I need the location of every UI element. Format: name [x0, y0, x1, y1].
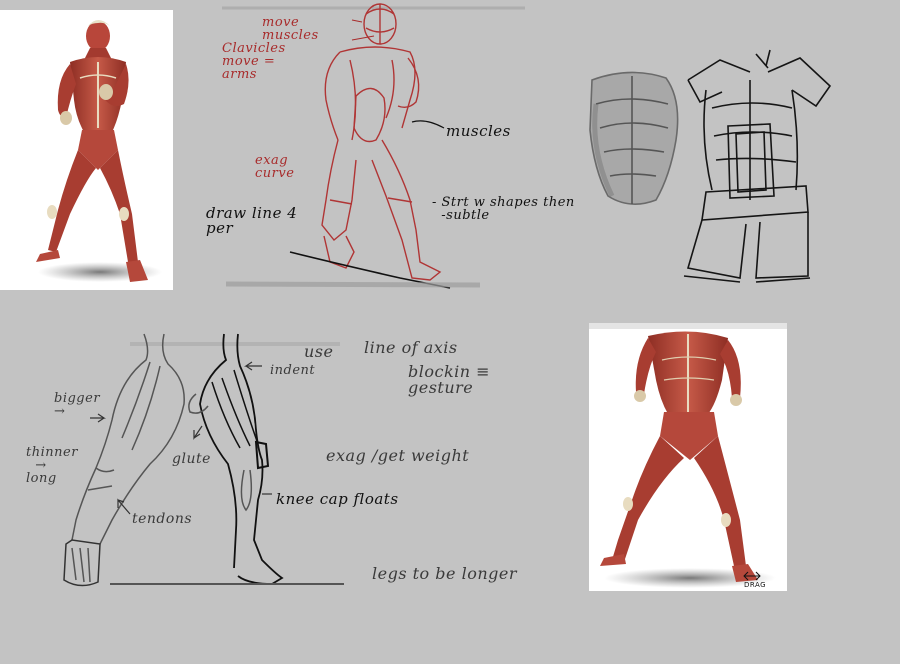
drag-label: DRAG	[744, 581, 767, 589]
note-draw-line: draw line 4 per	[206, 204, 298, 237]
note-line-of-axis: line of axis	[364, 338, 458, 357]
note-clavicles: Clavicles move = arms	[222, 41, 286, 82]
anatomy-reference-bottom	[589, 323, 787, 591]
torso-sketch-shaded	[589, 71, 679, 205]
note-legs-longer: legs to be longer	[372, 564, 517, 583]
note-exag-weight: exag /get weight	[326, 446, 470, 465]
note-glute: glute	[172, 451, 211, 467]
note-muscles: muscles	[446, 122, 511, 140]
note-indent: indent	[270, 363, 316, 378]
note-blockin-gesture: blockin ≡ gesture	[408, 362, 491, 397]
note-tendons: tendons	[132, 511, 193, 527]
note-bigger: bigger →	[54, 391, 101, 419]
note-use: use	[304, 342, 334, 361]
note-move-muscles: move muscles	[262, 15, 319, 43]
anatomy-reference-top	[0, 10, 173, 290]
note-exag-curve: exag curve	[255, 153, 295, 181]
note-knee-cap: knee cap floats	[276, 490, 399, 508]
note-start-shapes: - Strt w shapes then -subtle	[432, 195, 575, 223]
torso-sketch-lineart	[683, 49, 832, 283]
note-thinner-long: thinner → long	[26, 445, 78, 486]
arrow-muscles	[411, 120, 445, 129]
ground-shadow-top	[225, 281, 481, 288]
